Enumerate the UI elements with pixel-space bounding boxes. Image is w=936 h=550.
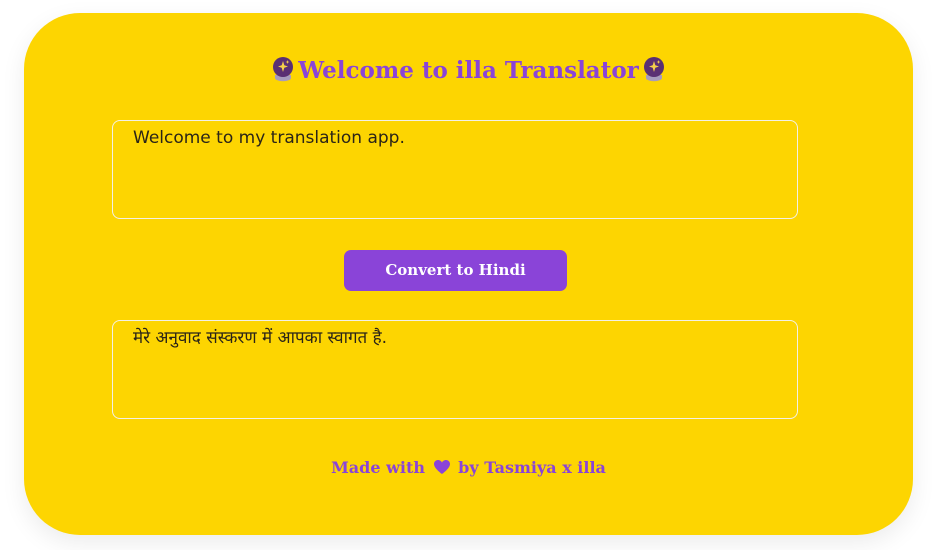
heart-icon	[433, 459, 451, 479]
crystal-ball-icon	[643, 56, 665, 82]
translator-card: Welcome to illa Translator Welcome to my…	[24, 13, 913, 535]
footer: Made with by Tasmiya x illa	[24, 458, 913, 479]
footer-suffix: by Tasmiya x illa	[458, 458, 606, 477]
footer-prefix: Made with	[331, 458, 425, 477]
title-text: Welcome to illa Translator	[298, 57, 639, 84]
source-text-input[interactable]: Welcome to my translation app.	[112, 120, 798, 219]
page-title: Welcome to illa Translator	[24, 53, 913, 89]
convert-to-hindi-button[interactable]: Convert to Hindi	[344, 250, 567, 291]
crystal-ball-icon	[272, 56, 294, 82]
translated-text-output[interactable]: मेरे अनुवाद संस्करण में आपका स्वागत है.	[112, 320, 798, 419]
